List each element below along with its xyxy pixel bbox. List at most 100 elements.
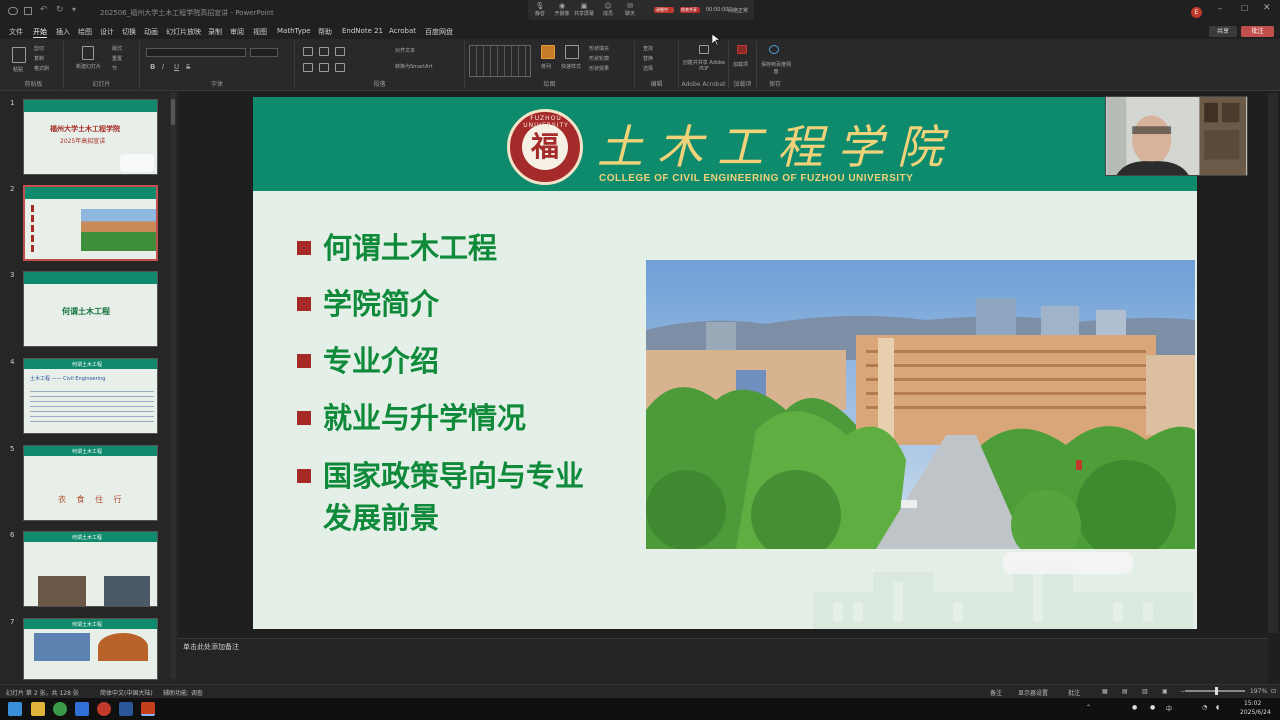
menu-design[interactable]: 设计	[100, 27, 114, 37]
shape-effects-button[interactable]: 形状效果	[589, 65, 609, 72]
create-pdf-button[interactable]: 创建并共享 Adobe PDF	[681, 59, 727, 72]
addins-icon[interactable]	[737, 45, 747, 54]
app-icon[interactable]	[75, 702, 89, 716]
display-settings-button[interactable]: 显示器设置	[1018, 688, 1048, 697]
quick-styles-icon[interactable]	[565, 45, 579, 59]
new-slide-icon[interactable]	[82, 46, 94, 60]
redo-icon[interactable]: ↻	[56, 5, 64, 15]
user-avatar[interactable]: E	[1191, 7, 1202, 18]
new-slide-button[interactable]: 新建幻灯片	[76, 63, 101, 70]
bullet-item-5[interactable]: 国家政策导向与专业	[323, 455, 584, 497]
bullets-icon[interactable]	[303, 47, 313, 56]
arrange-button[interactable]: 排列	[541, 63, 551, 70]
font-size-select[interactable]	[250, 48, 278, 57]
slide-thumbnail-6[interactable]: 何谓土木工程	[23, 531, 158, 607]
menu-record[interactable]: 录制	[208, 27, 222, 37]
meeting-recording-badge[interactable]: 录制中	[654, 7, 674, 13]
align-right-icon[interactable]	[335, 63, 345, 72]
find-button[interactable]: 查找	[643, 45, 653, 52]
save-icon[interactable]	[24, 7, 32, 15]
select-button[interactable]: 选择	[643, 65, 653, 72]
tray-app-icon[interactable]: ●	[1150, 704, 1155, 711]
campus-photo[interactable]	[646, 260, 1195, 549]
meeting-mute-button[interactable]: 🎙 静音	[530, 2, 550, 17]
menu-insert[interactable]: 插入	[56, 27, 70, 37]
save-to-baidu-button[interactable]: 保存到百度网盘	[759, 61, 793, 75]
menu-acrobat[interactable]: Acrobat	[389, 27, 416, 35]
shape-outline-button[interactable]: 形状轮廓	[589, 55, 609, 62]
slide-thumbnail-1[interactable]: 福州大学土木工程学院 2025年高招宣讲	[23, 99, 158, 175]
menu-animations[interactable]: 动画	[144, 27, 158, 37]
shapes-gallery[interactable]	[469, 45, 531, 77]
meeting-chat-button[interactable]: ✉ 聊天	[620, 2, 640, 17]
slide[interactable]: FUZHOU UNIVERSITY 福 土木工程学院 COLLEGE OF CI…	[253, 97, 1197, 629]
chrome-icon[interactable]	[53, 702, 67, 716]
menu-slideshow[interactable]: 幻灯片放映	[166, 27, 201, 37]
paste-button[interactable]: 粘贴	[13, 66, 23, 73]
start-icon[interactable]	[8, 702, 22, 716]
notes-pane[interactable]	[178, 638, 1268, 684]
zoom-level[interactable]: 197%	[1250, 688, 1267, 695]
menu-draw[interactable]: 绘图	[78, 27, 92, 37]
comments-toggle-button[interactable]: 批注	[1068, 688, 1080, 697]
menu-file[interactable]: 文件	[9, 27, 23, 37]
shape-fill-button[interactable]: 形状填充	[589, 45, 609, 52]
tray-app-icon[interactable]: ●	[1132, 704, 1137, 711]
arrange-icon[interactable]	[541, 45, 555, 59]
slide-thumbnail-4[interactable]: 何谓土木工程 土木工程 —— Civil Engineering	[23, 358, 158, 434]
menu-home[interactable]: 开始	[33, 27, 47, 38]
clock-time[interactable]: 15:02	[1244, 700, 1261, 707]
copy-button[interactable]: 复制	[34, 55, 44, 62]
addins-button[interactable]: 加载项	[733, 61, 748, 68]
slide-thumbnail-2[interactable]	[23, 185, 158, 261]
bold-button[interactable]: B	[150, 63, 155, 71]
accessibility-status[interactable]: 辅助功能: 调查	[163, 688, 203, 697]
underline-button[interactable]: U	[174, 63, 179, 71]
minimize-icon[interactable]: –	[1218, 4, 1223, 14]
maximize-icon[interactable]: ☐	[1241, 4, 1248, 13]
thumbnails-scrollbar[interactable]	[170, 93, 176, 679]
numbering-icon[interactable]	[319, 47, 329, 56]
slide-sorter-icon[interactable]: ▤	[1122, 688, 1128, 695]
bullet-item-4[interactable]: 就业与升学情况	[323, 397, 526, 439]
customize-icon[interactable]: ▾	[72, 5, 76, 14]
comments-button[interactable]: 批注	[1241, 26, 1274, 37]
acrobat-pdf-icon[interactable]	[699, 45, 709, 54]
language-indicator[interactable]: 简体中文(中国大陆)	[100, 688, 153, 697]
strike-button[interactable]: S	[186, 63, 190, 71]
bullet-item-5-continuation[interactable]: 发展前景	[323, 497, 439, 539]
wifi-icon[interactable]: ◔	[1202, 704, 1207, 711]
tray-chevron-icon[interactable]: ⌃	[1086, 704, 1091, 711]
replace-button[interactable]: 替换	[643, 55, 653, 62]
bullet-item-2[interactable]: 学院简介	[323, 283, 439, 325]
align-left-icon[interactable]	[303, 63, 313, 72]
smartart-button[interactable]: 转换为SmartArt	[395, 63, 433, 70]
meeting-camera-button[interactable]: ◉ 开摄像	[552, 2, 572, 17]
bullet-item-3[interactable]: 专业介绍	[323, 340, 439, 382]
undo-icon[interactable]: ↶	[40, 5, 48, 15]
bullet-item-1[interactable]: 何谓土木工程	[323, 227, 497, 269]
fit-slide-icon[interactable]: ⊡	[1271, 688, 1276, 695]
menu-transitions[interactable]: 切换	[122, 27, 136, 37]
section-button[interactable]: 节	[112, 65, 117, 72]
reset-button[interactable]: 重置	[112, 55, 122, 62]
menu-endnote[interactable]: EndNote 21	[342, 27, 383, 35]
italic-button[interactable]: I	[162, 63, 164, 71]
menu-help[interactable]: 帮助	[318, 27, 332, 37]
clock-date[interactable]: 2025/6/24	[1240, 709, 1271, 716]
cut-button[interactable]: 剪切	[34, 45, 44, 52]
input-method-indicator[interactable]: 中	[1166, 704, 1172, 713]
baidu-cloud-icon[interactable]	[769, 45, 779, 54]
menu-mathtype[interactable]: MathType	[277, 27, 311, 35]
meeting-stop-share-button[interactable]: 结束共享	[680, 7, 700, 13]
indent-icon[interactable]	[335, 47, 345, 56]
menu-review[interactable]: 审阅	[230, 27, 244, 37]
app-icon[interactable]	[97, 702, 111, 716]
powerpoint-icon[interactable]	[141, 702, 155, 716]
slideshow-icon[interactable]: ▣	[1162, 688, 1168, 695]
notes-toggle-button[interactable]: 备注	[990, 688, 1002, 697]
meeting-members-button[interactable]: ☺ 成员	[598, 2, 618, 17]
scrollbar-thumb[interactable]	[171, 99, 175, 125]
notes-placeholder[interactable]: 单击此处添加备注	[183, 642, 239, 652]
format-painter-button[interactable]: 格式刷	[34, 65, 49, 72]
